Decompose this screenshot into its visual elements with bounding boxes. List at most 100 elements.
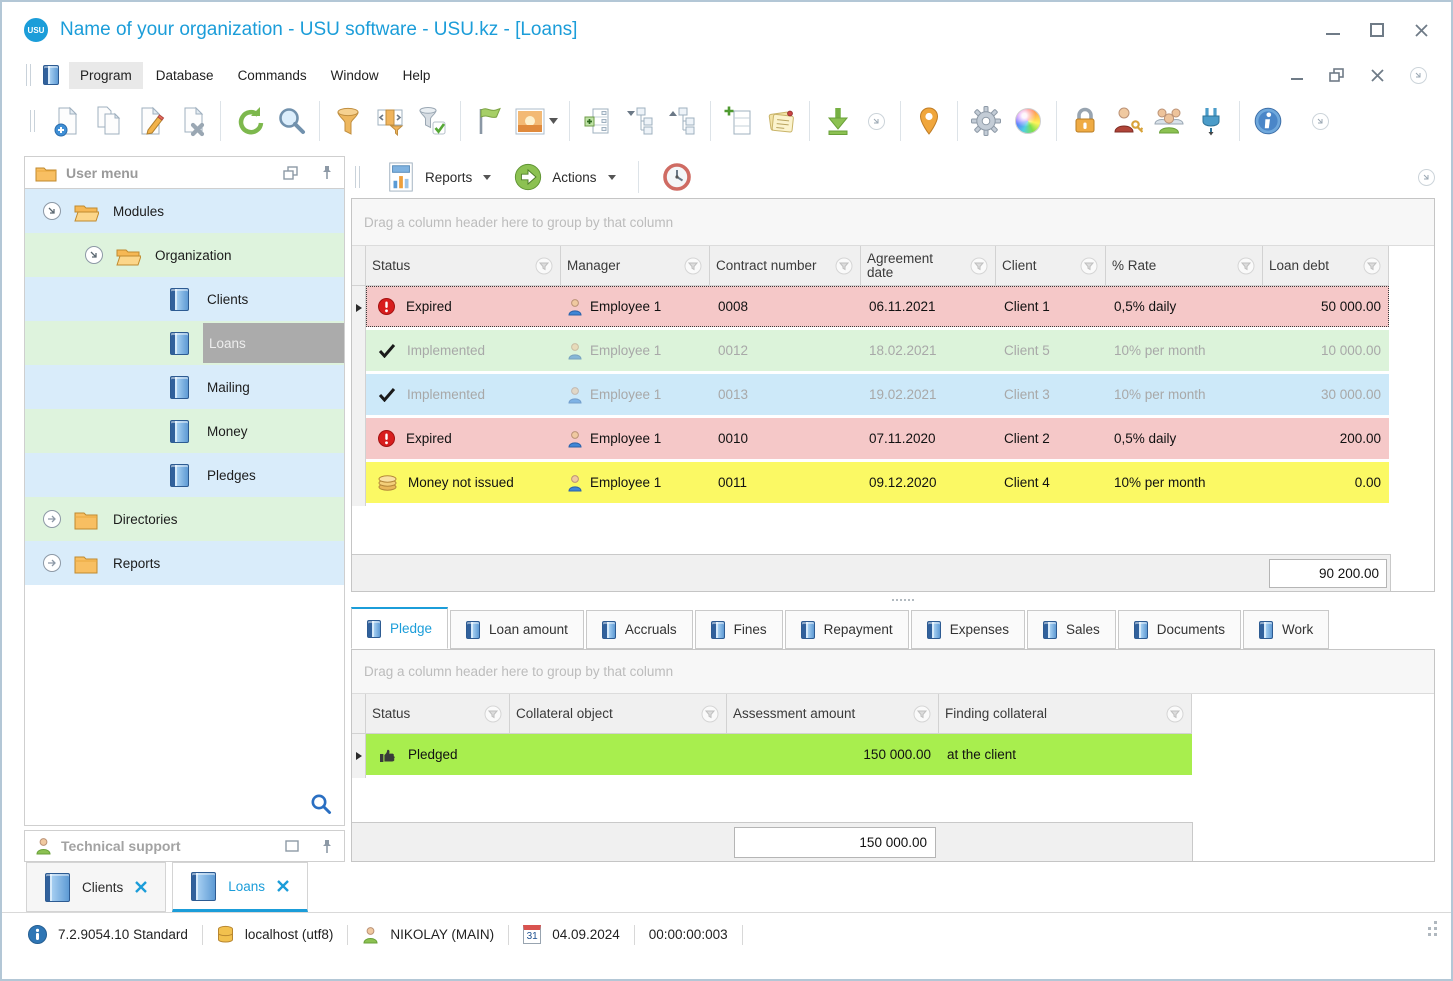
column-header-assessment-amount[interactable]: Assessment amount [727,694,939,734]
tab-repayment[interactable]: Repayment [784,610,909,649]
plugins-button[interactable] [1190,98,1232,144]
row-details-button[interactable] [577,98,619,144]
column-header-loan-debt[interactable]: Loan debt [1263,246,1389,286]
timer-button[interactable] [655,157,699,197]
menu-window[interactable]: Window [320,62,390,89]
filter-funnel-icon[interactable] [1362,256,1382,276]
menubar-grip[interactable] [26,64,31,86]
resize-grip[interactable] [1428,933,1431,936]
support-restore-icon[interactable] [285,840,299,852]
reports-menu-button[interactable]: Reports [380,157,497,197]
sidebar-item-modules[interactable]: Modules [25,189,344,233]
delete-record-button[interactable] [171,98,213,144]
search-button[interactable] [270,98,312,144]
mdi-minimize-icon[interactable] [1291,70,1303,80]
filter-funnel-icon[interactable] [683,256,703,276]
filter-funnel-icon[interactable] [483,704,503,724]
table-row[interactable]: Money not issued Employee 1 0011 09.12.2… [352,462,1434,506]
location-button[interactable] [908,98,950,144]
expand-node-icon[interactable] [43,510,61,528]
new-record-button[interactable] [45,98,87,144]
tab-fines[interactable]: Fines [694,610,783,649]
column-header-rate[interactable]: % Rate [1106,246,1263,286]
close-tab-icon[interactable] [277,880,289,892]
image-button[interactable] [510,98,562,144]
table-row[interactable]: Implemented Employee 1 0013 19.02.2021 C… [352,374,1434,418]
filter-columns-button[interactable] [369,98,411,144]
technical-support-panel[interactable]: Technical support [24,830,345,862]
sidebar-item-reports[interactable]: Reports [25,541,344,585]
tab-pledge[interactable]: Pledge [351,607,449,649]
actionbar-grip[interactable] [355,166,360,188]
column-header-manager[interactable]: Manager [561,246,710,286]
menu-commands[interactable]: Commands [227,62,318,89]
sidebar-item-pledges[interactable]: Pledges [25,453,344,497]
window-maximize-icon[interactable] [1370,23,1384,37]
copy-record-button[interactable] [87,98,129,144]
refresh-button[interactable] [228,98,270,144]
expand-node-icon[interactable] [43,554,61,572]
group-by-band[interactable]: Drag a column header here to group by th… [352,650,1434,694]
column-header-contract[interactable]: Contract number [710,246,861,286]
tab-documents[interactable]: Documents [1117,610,1242,649]
edit-record-button[interactable] [129,98,171,144]
notes-button[interactable] [760,98,802,144]
toolbar-overflow-button-2[interactable] [1303,98,1337,144]
column-header-status[interactable]: Status [366,694,510,734]
filter-funnel-icon[interactable] [1165,704,1185,724]
doc-tab-clients[interactable]: Clients [26,862,167,912]
actions-menu-button[interactable]: Actions [507,158,621,196]
panel-splitter[interactable] [351,592,1435,607]
add-column-button[interactable] [718,98,760,144]
filter-funnel-icon[interactable] [1236,256,1256,276]
collapse-node-icon[interactable] [85,246,103,264]
sidebar-restore-icon[interactable] [283,165,299,180]
table-row[interactable]: Expired Employee 1 0010 07.11.2020 Clien… [352,418,1434,462]
users-button[interactable] [1148,98,1190,144]
toolbar-grip[interactable] [30,110,35,132]
window-minimize-icon[interactable] [1326,25,1340,35]
settings-button[interactable] [965,98,1007,144]
tab-work[interactable]: Work [1243,610,1330,649]
doc-tab-loans[interactable]: Loans [172,862,309,912]
color-scheme-button[interactable] [1007,98,1049,144]
user-permissions-button[interactable] [1106,98,1148,144]
support-pin-icon[interactable] [320,839,334,854]
toolbar-overflow-button[interactable] [859,98,893,144]
collapse-node-icon[interactable] [43,202,61,220]
table-row[interactable]: Pledged 150 000.00 at the client [352,734,1434,778]
filter-button[interactable] [327,98,369,144]
filter-apply-button[interactable] [411,98,453,144]
window-close-icon[interactable] [1414,23,1429,38]
filter-funnel-icon[interactable] [912,704,932,724]
sidebar-item-directories[interactable]: Directories [25,497,344,541]
filter-funnel-icon[interactable] [834,256,854,276]
close-tab-icon[interactable] [135,881,148,893]
sidebar-item-clients[interactable]: Clients [25,277,344,321]
table-row[interactable]: Expired Employee 1 0008 06.11.2021 Clien… [352,286,1434,330]
group-by-band[interactable]: Drag a column header here to group by th… [352,199,1434,246]
info-button[interactable] [1247,98,1289,144]
export-button[interactable] [817,98,859,144]
tab-sales[interactable]: Sales [1026,610,1116,649]
tab-loan-amount[interactable]: Loan amount [450,610,584,649]
column-header-agreement-date[interactable]: Agreement date [861,246,996,286]
column-header-finding-collateral[interactable]: Finding collateral [939,694,1192,734]
column-header-client[interactable]: Client [996,246,1106,286]
lock-button[interactable] [1064,98,1106,144]
menu-program[interactable]: Program [69,61,143,89]
filter-funnel-icon[interactable] [969,256,989,276]
filter-funnel-icon[interactable] [1079,256,1099,276]
flag-button[interactable] [468,98,510,144]
table-row[interactable]: Implemented Employee 1 0012 18.02.2021 C… [352,330,1434,374]
sidebar-item-loans[interactable]: Loans [25,321,344,365]
tree-search-icon[interactable] [310,793,332,815]
menu-database[interactable]: Database [145,62,225,89]
actionbar-overflow-icon[interactable] [1418,168,1435,186]
filter-funnel-icon[interactable] [700,704,720,724]
tab-expenses[interactable]: Expenses [910,610,1025,649]
sidebar-item-organization[interactable]: Organization [25,233,344,277]
mdi-restore-icon[interactable] [1329,68,1345,82]
sidebar-item-money[interactable]: Money [25,409,344,453]
mdi-close-icon[interactable] [1371,68,1384,82]
